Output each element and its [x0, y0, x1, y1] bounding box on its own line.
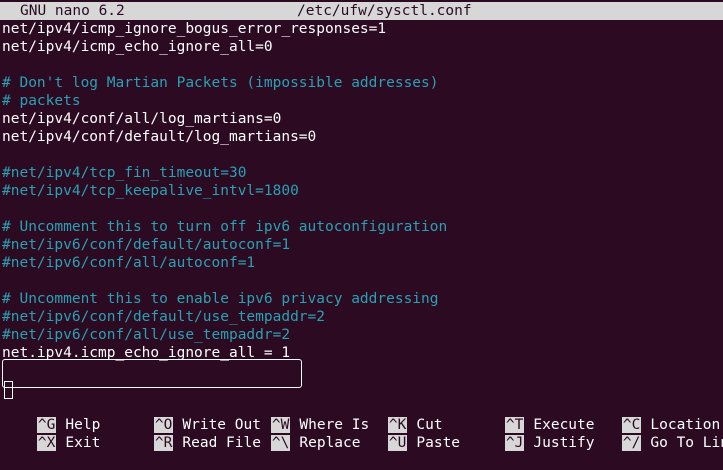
editor-line[interactable]: # Don't log Martian Packets (impossible …	[2, 74, 723, 92]
editor-line[interactable]: # Uncomment this to turn off ipv6 autoco…	[2, 218, 723, 236]
file-name: /etc/ufw/sysctl.conf	[297, 3, 472, 19]
shortcut-key: ^J	[504, 435, 525, 451]
editor-line[interactable]	[2, 200, 723, 218]
shortcut-justify[interactable]: ^J Justify	[470, 416, 595, 451]
shortcut-key: ^R	[153, 435, 174, 451]
editor-line[interactable]	[2, 146, 723, 164]
editor-line[interactable]: #net/ipv4/tcp_keepalive_intvl=1800	[2, 182, 723, 200]
editor-line[interactable]: #net/ipv6/conf/all/use_tempaddr=2	[2, 326, 723, 344]
shortcut-paste[interactable]: ^U Paste	[353, 416, 460, 451]
editor-line[interactable]: net.ipv4.icmp_echo_ignore_all = 1	[2, 344, 723, 362]
text-cursor	[4, 381, 13, 399]
app-name: GNU nano 6.2	[20, 3, 125, 19]
shortcut-label: Paste	[416, 435, 461, 451]
editor-line[interactable]: net/ipv4/conf/all/log_martians=0	[2, 110, 723, 128]
shortcut-go-to-line[interactable]: ^/ Go To Line	[587, 416, 723, 451]
shortcut-execute[interactable]: ^T Execute	[470, 398, 595, 433]
shortcut-label: Justify	[533, 435, 595, 451]
shortcut-cut[interactable]: ^K Cut	[353, 398, 443, 433]
shortcut-key: ^U	[387, 435, 408, 451]
shortcut-label: Go To Line	[650, 435, 723, 451]
shortcut-bar: ^G Help ^O Write Out ^W Where Is ^K Cut ^T Ex…	[0, 398, 723, 451]
editor-line[interactable]: #net/ipv4/tcp_fin_timeout=30	[2, 164, 723, 182]
editor-line[interactable]: net/ipv4/icmp_echo_ignore_all=0	[2, 38, 723, 56]
shortcut-help[interactable]: ^G Help	[2, 398, 100, 433]
editor-line[interactable]: #net/ipv6/conf/default/use_tempaddr=2	[2, 308, 723, 326]
title-bar: GNU nano 6.2 /etc/ufw/sysctl.conf	[0, 2, 723, 20]
editor-line[interactable]	[2, 272, 723, 290]
shortcut-exit[interactable]: ^X Exit	[2, 416, 100, 451]
shortcut-key: ^X	[36, 435, 57, 451]
shortcut-label: Replace	[299, 435, 361, 451]
editor-area[interactable]: net/ipv4/icmp_ignore_bogus_error_respons…	[2, 20, 723, 399]
shortcut-key: ^/	[621, 435, 642, 451]
editor-line[interactable]: net/ipv4/icmp_ignore_bogus_error_respons…	[2, 20, 723, 38]
editor-line[interactable]: #net/ipv6/conf/default/autoconf=1	[2, 236, 723, 254]
editor-line[interactable]: # packets	[2, 92, 723, 110]
editor-line[interactable]: # Uncomment this to enable ipv6 privacy …	[2, 290, 723, 308]
shortcut-replace[interactable]: ^\ Replace	[236, 416, 361, 451]
editor-line[interactable]: #net/ipv6/conf/all/autoconf=1	[2, 254, 723, 272]
editor-line[interactable]	[2, 56, 723, 74]
shortcut-location[interactable]: ^C Location	[587, 398, 720, 433]
shortcut-key: ^\	[270, 435, 291, 451]
editor-line[interactable]: net/ipv4/conf/default/log_martians=0	[2, 128, 723, 146]
shortcut-label: Exit	[65, 435, 101, 451]
shortcut-where-is[interactable]: ^W Where Is	[236, 398, 369, 433]
highlight-box	[2, 359, 302, 388]
